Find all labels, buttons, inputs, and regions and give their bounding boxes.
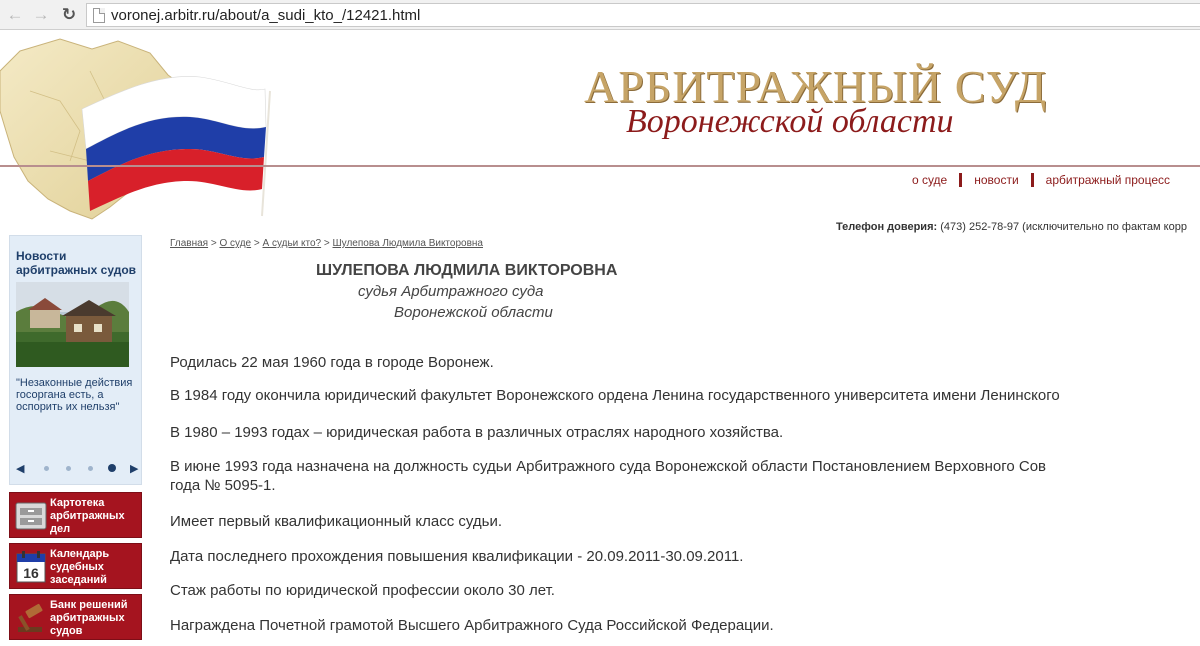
hearing-calendar-label: Календарь судебных заседаний: [50, 548, 110, 586]
breadcrumb-about[interactable]: О суде: [219, 238, 251, 249]
bio-early-career: В 1980 – 1993 годах – юридическая работа…: [170, 424, 784, 441]
address-bar[interactable]: voronej.arbitr.ru/about/a_sudi_kto_/1242…: [86, 3, 1200, 27]
breadcrumb-judges[interactable]: А судьи кто?: [263, 238, 322, 249]
hearing-calendar-button[interactable]: 16 Календарь судебных заседаний: [9, 543, 142, 589]
menu-item-news[interactable]: новости: [962, 173, 1030, 187]
slider-dot[interactable]: [66, 466, 71, 471]
arrow-left-icon[interactable]: ←: [4, 5, 26, 25]
gavel-icon: [18, 603, 43, 632]
chevron-right-icon[interactable]: ▶: [130, 462, 138, 475]
news-widget: Новости арбитражных судов "Незаконные де…: [9, 235, 142, 485]
top-menu: о суде новости арбитражный процесс: [900, 173, 1182, 187]
bio-award: Награждена Почетной грамотой Высшего Арб…: [170, 617, 774, 634]
news-photo[interactable]: [16, 282, 129, 367]
url-text[interactable]: voronej.arbitr.ru/about/a_sudi_kto_/1242…: [111, 7, 420, 24]
menu-item-process[interactable]: арбитражный процесс: [1034, 173, 1182, 187]
slider-dot-active[interactable]: [108, 464, 116, 472]
browser-toolbar: ← → ↻ voronej.arbitr.ru/about/a_sudi_kto…: [0, 0, 1200, 30]
breadcrumb: Главная > О суде > А судьи кто? > Шулепо…: [170, 238, 483, 249]
bio-experience: Стаж работы по юридической профессии око…: [170, 582, 555, 599]
bio-training: Дата последнего прохождения повышения кв…: [170, 548, 744, 565]
breadcrumb-sep: >: [253, 238, 263, 249]
decisions-bank-label: Банк решений арбитражных судов: [50, 599, 128, 637]
header-divider: [0, 165, 1200, 167]
bio-birth: Родилась 22 мая 1960 года в городе Ворон…: [170, 354, 494, 371]
case-files-button[interactable]: Картотека арбитражных дел: [9, 492, 142, 538]
bio-qualification: Имеет первый квалификационный класс судь…: [170, 513, 503, 530]
case-files-label: Картотека арбитражных дел: [50, 497, 125, 535]
hotline-text: (473) 252-78-97 (исключительно по фактам…: [940, 221, 1187, 233]
calendar-icon: 16: [16, 551, 46, 583]
slider-dot[interactable]: [88, 466, 93, 471]
breadcrumb-sep: >: [323, 238, 333, 249]
slider-dot[interactable]: [44, 466, 49, 471]
cabinet-icon: [15, 502, 47, 530]
menu-item-about[interactable]: о суде: [900, 173, 959, 187]
decisions-bank-button[interactable]: Банк решений арбитражных судов: [9, 594, 142, 640]
judge-position-line2: Воронежской области: [394, 304, 553, 321]
news-caption[interactable]: "Незаконные действия госоргана есть, а о…: [16, 377, 138, 413]
judge-name: ШУЛЕПОВА ЛЮДМИЛА ВИКТОРОВНА: [316, 262, 618, 279]
site-subtitle: Воронежской области: [626, 103, 954, 140]
calendar-day: 16: [23, 565, 39, 581]
reload-icon[interactable]: ↻: [58, 5, 80, 25]
hotline-label: Телефон доверия:: [836, 221, 938, 233]
bio-education: В 1984 году окончила юридический факульт…: [170, 387, 1060, 404]
chevron-left-icon[interactable]: ◀: [16, 462, 24, 475]
breadcrumb-home[interactable]: Главная: [170, 238, 208, 249]
breadcrumb-current[interactable]: Шулепова Людмила Викторовна: [333, 238, 483, 249]
arrow-right-icon[interactable]: →: [30, 5, 52, 25]
hotline: Телефон доверия: (473) 252-78-97 (исключ…: [836, 221, 1187, 233]
page-icon: [93, 8, 105, 23]
news-title[interactable]: Новости арбитражных судов: [16, 249, 138, 277]
bio-appointment-cont: года № 5095-1.: [170, 477, 276, 494]
region-flag-emblem: [0, 38, 271, 220]
news-slider: ◀ ▶: [16, 462, 138, 475]
bio-appointment: В июне 1993 года назначена на должность …: [170, 458, 1047, 475]
judge-position-line1: судья Арбитражного суда: [358, 283, 544, 300]
